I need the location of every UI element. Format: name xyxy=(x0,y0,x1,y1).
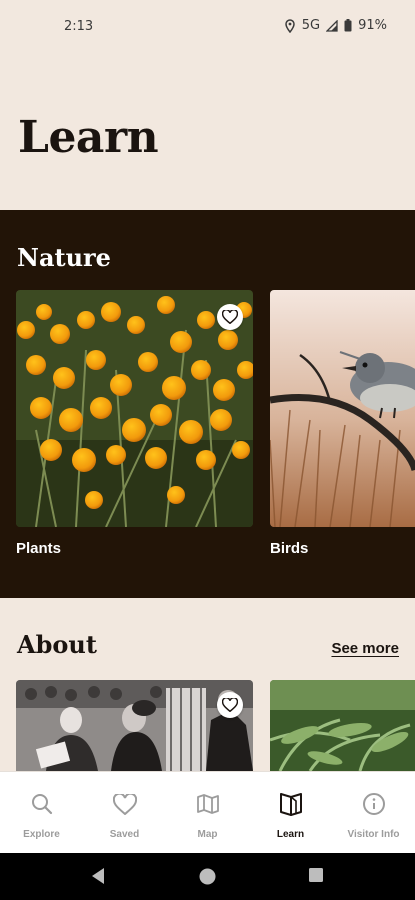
nav-saved-label: Saved xyxy=(109,829,140,840)
nature-section: Nature Plants Birds xyxy=(0,210,415,598)
nav-saved[interactable]: Saved xyxy=(83,772,166,853)
location-icon xyxy=(284,18,295,33)
nav-explore-label: Explore xyxy=(23,829,60,840)
info-icon xyxy=(362,793,385,815)
nature-heading: Nature xyxy=(17,243,111,272)
forest-image xyxy=(270,680,415,771)
back-icon[interactable] xyxy=(90,867,106,885)
about-heading: About xyxy=(17,630,97,659)
birds-card[interactable]: Birds xyxy=(270,290,415,565)
history-image xyxy=(16,680,253,771)
nav-visitor-info-label: Visitor Info xyxy=(347,829,400,840)
nav-map[interactable]: Map xyxy=(166,772,249,853)
birds-label: Birds xyxy=(270,540,309,557)
see-more-link[interactable]: See more xyxy=(331,640,399,657)
status-indicators: 5G 91% xyxy=(284,18,387,33)
signal-icon xyxy=(326,19,338,32)
nav-map-label: Map xyxy=(197,829,218,840)
birds-image xyxy=(270,290,415,527)
battery-icon xyxy=(344,19,352,32)
network-label: 5G xyxy=(301,18,321,33)
system-nav-bar xyxy=(0,853,415,900)
nav-learn[interactable]: Learn xyxy=(249,772,332,853)
heart-icon xyxy=(112,793,137,815)
status-bar: 2:13 5G 91% xyxy=(0,0,415,54)
plants-card[interactable]: Plants xyxy=(16,290,253,565)
nav-learn-label: Learn xyxy=(276,829,305,840)
plants-favorite-button[interactable] xyxy=(217,304,243,330)
about-card-history[interactable] xyxy=(16,680,253,771)
heart-icon xyxy=(222,310,238,324)
page-title: Learn xyxy=(18,112,159,163)
status-time: 2:13 xyxy=(64,19,94,34)
map-icon xyxy=(196,794,219,814)
book-icon xyxy=(279,793,302,816)
home-icon[interactable] xyxy=(198,867,217,886)
nav-explore[interactable]: Explore xyxy=(0,772,83,853)
battery-level: 91% xyxy=(358,18,387,33)
plants-image xyxy=(16,290,253,527)
nav-visitor-info[interactable]: Visitor Info xyxy=(332,772,415,853)
heart-icon xyxy=(222,698,238,712)
bottom-nav: Explore Saved Map Learn Visitor Info xyxy=(0,771,415,853)
history-favorite-button[interactable] xyxy=(217,692,243,718)
recents-icon[interactable] xyxy=(308,867,324,883)
about-card-forest[interactable] xyxy=(270,680,415,771)
search-icon xyxy=(31,794,52,815)
plants-label: Plants xyxy=(16,540,62,557)
